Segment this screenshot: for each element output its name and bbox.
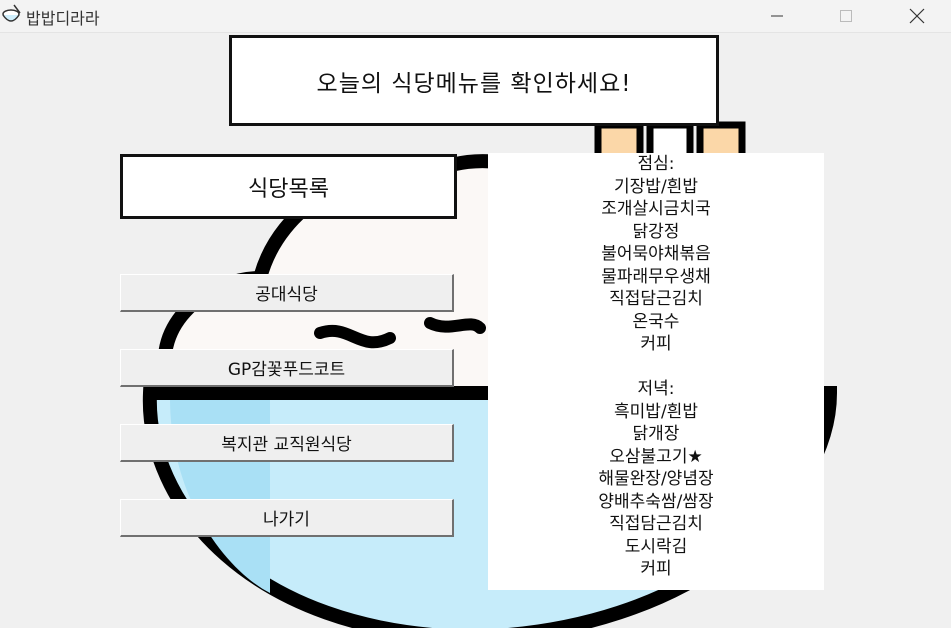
menu-item: 기장밥/흰밥: [614, 176, 698, 197]
minimize-button[interactable]: [754, 0, 800, 32]
rice-bowl-icon: [2, 4, 21, 22]
window-title: 밥밥디라라: [26, 9, 100, 28]
menu-item: 오삼불고기★: [609, 446, 703, 467]
menu-item: 닭강정: [632, 221, 680, 242]
menu-item: 커피: [640, 559, 672, 579]
minimize-icon: [771, 15, 783, 17]
lunch-label: 점심:: [637, 154, 675, 174]
window-client-area: 오늘의 식당메뉴를 확인하세요! 식당목록 공대식당 GP감꽃푸드코트 복지관 …: [0, 33, 951, 628]
maximize-icon: [840, 10, 852, 22]
maximize-button[interactable]: [823, 0, 869, 32]
menu-display: 점심: 기장밥/흰밥 조개살시금치국 닭강정 불어묵야채볶음 물파래무우생채 직…: [488, 153, 824, 590]
close-button[interactable]: [894, 0, 940, 32]
menu-item: 해물완장/양념장: [598, 469, 714, 489]
restaurant-button-staff-cafeteria[interactable]: 복지관 교직원식당: [120, 424, 454, 462]
menu-item: 닭개장: [632, 424, 680, 444]
menu-item: 불어묵야채볶음: [601, 244, 711, 264]
menu-item: 커피: [640, 334, 672, 354]
menu-item: 도시락김: [624, 536, 688, 557]
title-bar: 밥밥디라라: [0, 0, 951, 33]
restaurant-list-title: 식당목록: [120, 154, 457, 219]
exit-button[interactable]: 나가기: [120, 499, 454, 537]
restaurant-button-gp-foodcourt[interactable]: GP감꽃푸드코트: [120, 349, 454, 387]
menu-item: 조개살시금치국: [601, 199, 711, 219]
menu-item: 직접담근김치: [609, 514, 703, 534]
menu-item: 온국수: [632, 311, 680, 332]
restaurant-button-engineering[interactable]: 공대식당: [120, 274, 454, 312]
dinner-label: 저녁:: [637, 379, 675, 399]
menu-item: 직접담근김치: [609, 289, 703, 309]
menu-item: 흑미밥/흰밥: [614, 401, 698, 422]
menu-item: 물파래무우생채: [601, 266, 711, 287]
menu-item: 양배추숙쌈/쌈장: [598, 491, 714, 512]
page-title: 오늘의 식당메뉴를 확인하세요!: [229, 35, 719, 126]
close-icon: [909, 8, 925, 24]
menu-spacer: [488, 356, 824, 379]
